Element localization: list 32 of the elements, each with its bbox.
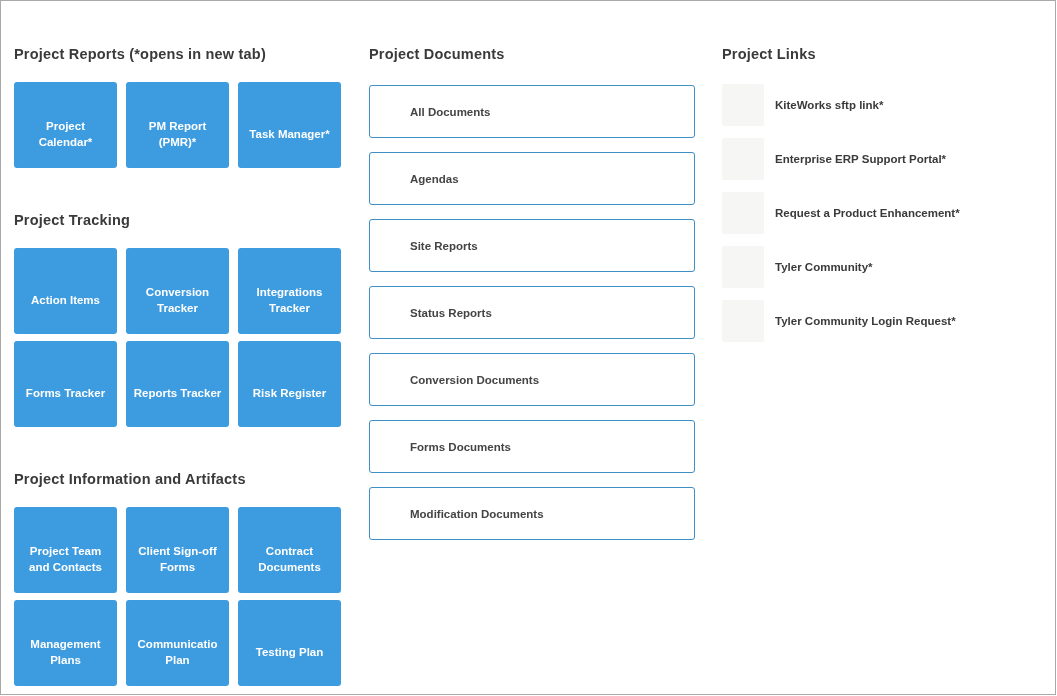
document-button[interactable]: Conversion Documents bbox=[369, 353, 695, 406]
link[interactable]: Request a Product Enhancement* bbox=[775, 207, 960, 219]
document-button[interactable]: All Documents bbox=[369, 85, 695, 138]
section-heading: Project Information and Artifacts bbox=[14, 470, 247, 489]
document-button[interactable]: Site Reports bbox=[369, 219, 695, 272]
tile-button[interactable]: Communicatio Plan bbox=[126, 600, 229, 686]
tile-button[interactable]: PM Report (PMR)* bbox=[126, 82, 229, 168]
link[interactable]: KiteWorks sftp link* bbox=[775, 99, 884, 111]
tile-button[interactable]: Contract Documents bbox=[238, 507, 341, 593]
link[interactable]: Tyler Community* bbox=[775, 261, 873, 273]
document-button[interactable]: Modification Documents bbox=[369, 487, 695, 540]
tile-button[interactable]: Project Calendar* bbox=[14, 82, 117, 168]
section-heading: Project Documents bbox=[369, 45, 506, 64]
section-heading: Project Reports (*opens in new tab) bbox=[14, 45, 267, 64]
tile-button[interactable]: Client Sign-off Forms bbox=[126, 507, 229, 593]
tile-button[interactable]: Action Items bbox=[14, 248, 117, 334]
tile-button[interactable]: Testing Plan bbox=[238, 600, 341, 686]
section-heading: Project Tracking bbox=[14, 211, 132, 230]
section-heading: Project Links bbox=[722, 45, 817, 64]
document-button[interactable]: Agendas bbox=[369, 152, 695, 205]
link[interactable]: Enterprise ERP Support Portal* bbox=[775, 153, 947, 165]
document-button[interactable]: Forms Documents bbox=[369, 420, 695, 473]
tile-button[interactable]: Risk Register bbox=[238, 341, 341, 427]
tile-button[interactable]: Reports Tracker bbox=[126, 341, 229, 427]
tile-button[interactable]: Project Team and Contacts bbox=[14, 507, 117, 593]
tile-button[interactable]: Conversion Tracker bbox=[126, 248, 229, 334]
tile-button[interactable]: Integrations Tracker bbox=[238, 248, 341, 334]
tile-button[interactable]: Management Plans bbox=[14, 600, 117, 686]
document-button[interactable]: Status Reports bbox=[369, 286, 695, 339]
tile-button[interactable]: Task Manager* bbox=[238, 82, 341, 168]
tile-button[interactable]: Forms Tracker bbox=[14, 341, 117, 427]
link[interactable]: Tyler Community Login Request* bbox=[775, 315, 956, 327]
